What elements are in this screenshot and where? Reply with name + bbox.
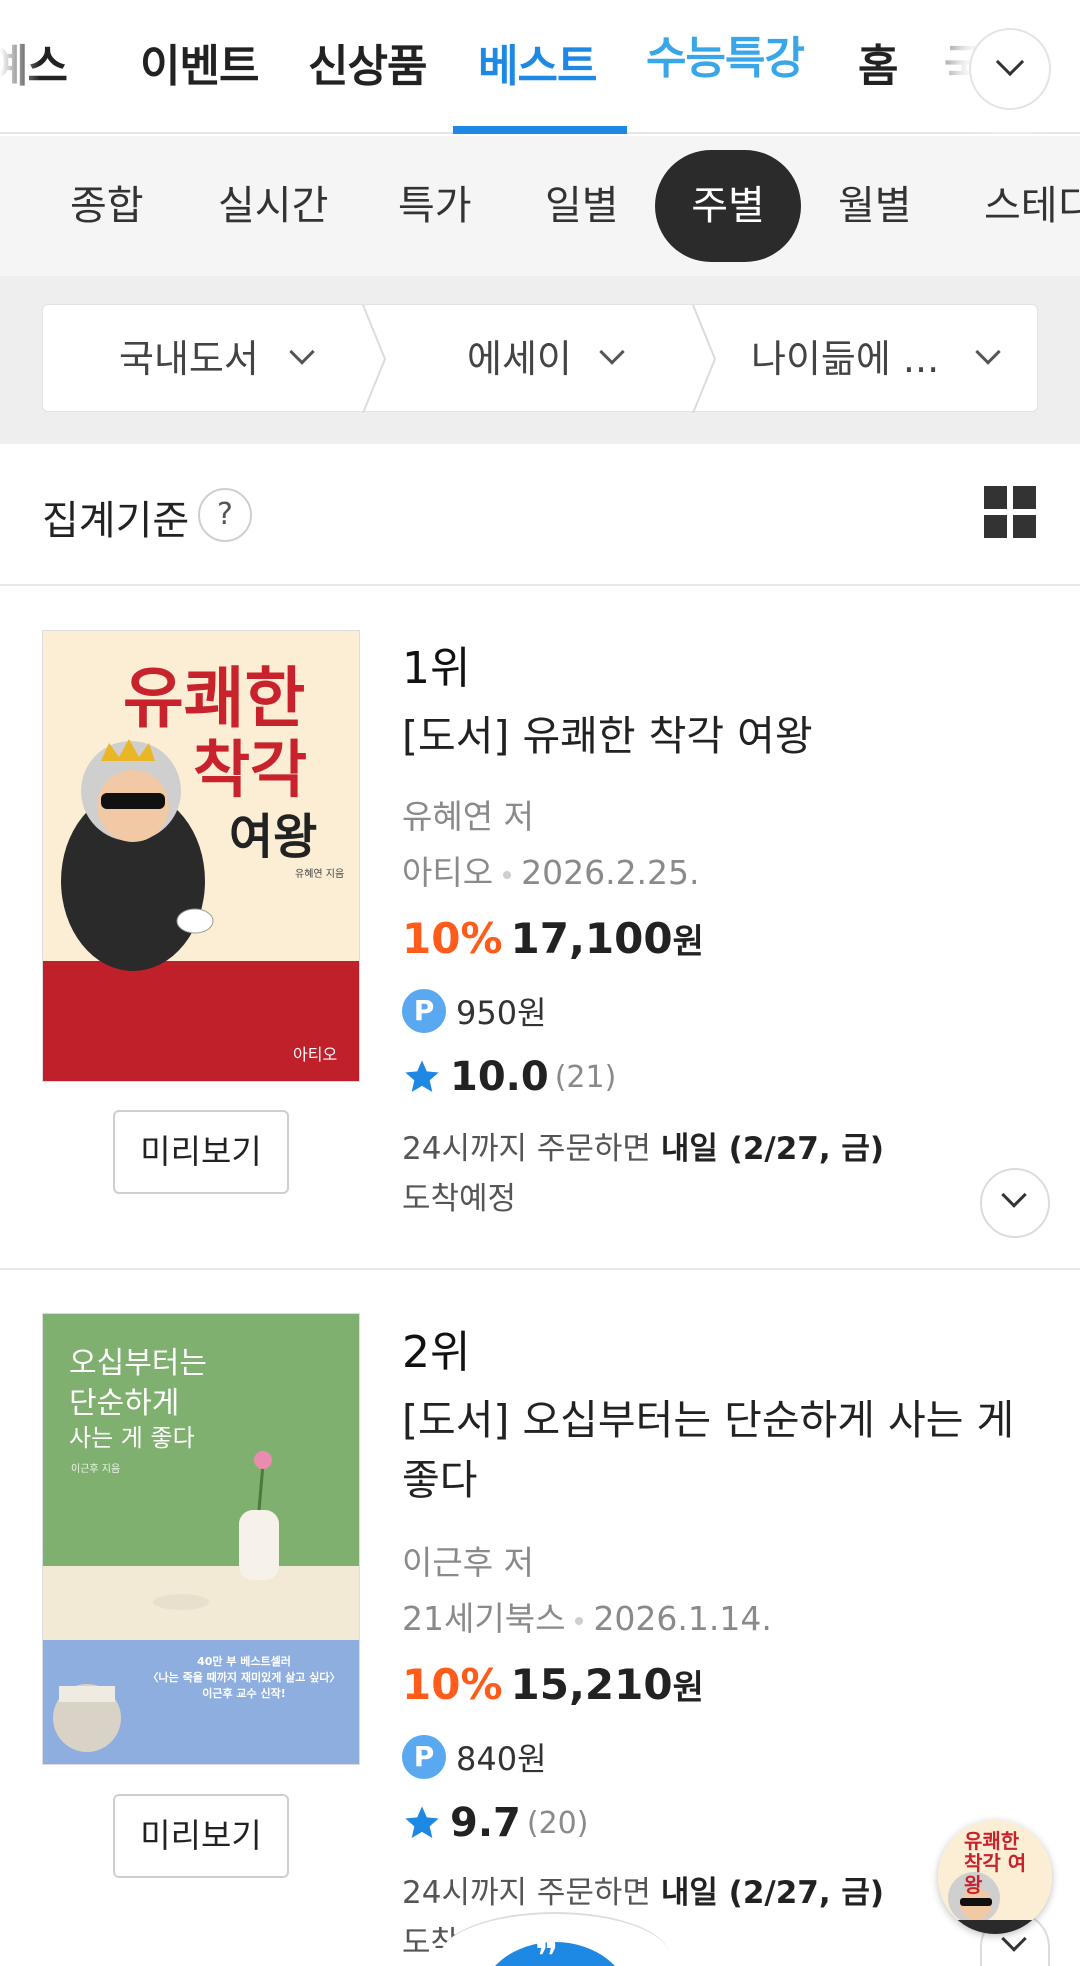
delivery-prefix: 24시까지 주문하면	[402, 1131, 651, 1167]
period-tabs: 종합 실시간 특가 일별 주별 월별 스테디	[0, 136, 1080, 276]
book-date: 2026.2.25.	[521, 853, 700, 892]
review-count[interactable]: (20)	[527, 1806, 589, 1841]
aggregation-label: 집계기준	[42, 498, 190, 544]
category-aging[interactable]: 나이듦에 ...	[751, 305, 939, 413]
star-icon	[405, 1806, 439, 1838]
chevron-down-icon	[975, 339, 1001, 365]
cover-banner-line: 이근후 교수 신작!	[202, 1687, 286, 1700]
cover-title: 오십부터는	[69, 1346, 207, 1381]
tab-new[interactable]: 신상품	[308, 30, 427, 94]
chevron-down-icon	[599, 339, 625, 365]
cover-title: 착각	[193, 733, 308, 806]
book-cover[interactable]: 유쾌한 착각 여왕 유혜연 지음 아티오	[42, 630, 360, 1082]
currency: 원	[672, 1668, 704, 1708]
sale-price: 15,210	[510, 1660, 673, 1709]
points-value: 840원	[456, 1740, 547, 1778]
delivery-date: 내일 (2/27, 금)	[660, 1875, 885, 1911]
tab-overall[interactable]: 종합	[70, 150, 144, 262]
category-label: 국내도서	[119, 337, 259, 381]
tab-special[interactable]: 특가	[398, 150, 472, 262]
tab-event[interactable]: 이벤트	[140, 30, 259, 94]
discount-rate: 10%	[402, 914, 503, 963]
grid-view-icon[interactable]	[984, 486, 1036, 538]
tab-home[interactable]: 홈	[858, 30, 898, 94]
points-value: 950원	[456, 994, 547, 1032]
recent-viewed-thumbnail[interactable]: 유쾌한 착각 여왕	[938, 1820, 1052, 1934]
help-icon[interactable]: ?	[198, 488, 252, 542]
category-bar: 국내도서 에세이 나이듦에 ...	[0, 276, 1080, 444]
category-breadcrumb: 국내도서 에세이 나이듦에 ...	[42, 304, 1038, 413]
tab-monthly[interactable]: 월별	[838, 150, 912, 262]
point-icon: P	[402, 989, 446, 1033]
item-divider	[0, 1268, 1080, 1270]
delivery-date: 내일 (2/27, 금)	[660, 1131, 885, 1167]
book-publisher[interactable]: 21세기북스	[402, 1599, 565, 1638]
chevron-down-icon	[1001, 1182, 1027, 1208]
cover-banner: 40만 부 베스트셀러 〈나는 죽을 때까지 재미있게 살고 싶다〉 이근후 교…	[139, 1654, 349, 1702]
star-icon	[405, 1060, 439, 1092]
expand-item-button[interactable]	[980, 1168, 1050, 1238]
category-domestic[interactable]: 국내도서	[119, 305, 259, 413]
currency: 원	[672, 922, 704, 962]
breadcrumb-separator	[362, 305, 387, 413]
separator-dot	[503, 870, 512, 879]
cover-author: 이근후 지음	[71, 1464, 121, 1475]
rating-score: 10.0	[450, 1054, 549, 1100]
cover-publisher-logo: 아티오	[293, 1045, 338, 1064]
cover-title: 단순하게	[69, 1386, 180, 1421]
chevron-down-icon	[995, 47, 1025, 77]
price-row: 10% 15,210원	[402, 1660, 704, 1709]
breadcrumb-separator	[692, 305, 717, 413]
preview-button[interactable]: 미리보기	[113, 1794, 289, 1878]
quote-icon: ❞	[535, 1934, 559, 1966]
expand-tabs-button[interactable]	[969, 28, 1051, 110]
delivery-info: 24시까지 주문하면 내일 (2/27, 금) 도착예정	[402, 1124, 884, 1224]
book-title[interactable]: [도서] 오십부터는 단순하게 사는 게 좋다	[402, 1390, 1032, 1510]
fade-overlay	[0, 0, 40, 132]
cover-banner-line: 〈나는 죽을 때까지 재미있게 살고 싶다〉	[147, 1671, 341, 1684]
cover-title: 사는 게 좋다	[69, 1424, 195, 1452]
category-label: 에세이	[467, 337, 572, 381]
review-count[interactable]: (21)	[555, 1060, 617, 1095]
category-label: 나이듦에 ...	[751, 337, 940, 381]
cover-banner-line: 40만 부 베스트셀러	[197, 1655, 291, 1668]
sale-price: 17,100	[510, 914, 673, 963]
aggregation-row: 집계기준	[0, 444, 1080, 586]
cover-title: 여왕	[229, 809, 318, 865]
chevron-down-icon	[289, 339, 315, 365]
rank: 2위	[402, 1327, 471, 1378]
book-author[interactable]: 이근후 저	[402, 1536, 534, 1584]
book-cover[interactable]: 오십부터는 단순하게 사는 게 좋다 이근후 지음 40만 부 베스트셀러 〈나…	[42, 1313, 360, 1765]
category-essay[interactable]: 에세이	[467, 305, 572, 413]
tab-realtime[interactable]: 실시간	[218, 150, 328, 262]
top-nav: 예스 이벤트 신상품 베스트 수능특강 홈 국	[0, 0, 1080, 134]
delivery-suffix: 도착예정	[402, 1181, 517, 1217]
cover-author: 유혜연 지음	[295, 869, 345, 880]
price-row: 10% 17,100원	[402, 914, 704, 963]
preview-button[interactable]: 미리보기	[113, 1110, 289, 1194]
tab-suneung[interactable]: 수능특강	[646, 22, 805, 86]
book-author[interactable]: 유혜연 저	[402, 790, 534, 838]
discount-rate: 10%	[402, 1660, 503, 1709]
rank: 1위	[402, 643, 471, 694]
tab-steady[interactable]: 스테디	[984, 150, 1080, 262]
tab-best[interactable]: 베스트	[478, 30, 597, 94]
points-row: P 950원	[402, 988, 547, 1034]
rating-row: 10.0 (21)	[402, 1054, 616, 1100]
book-title[interactable]: [도서] 유쾌한 착각 여왕	[402, 706, 1032, 766]
point-icon: P	[402, 1735, 446, 1779]
book-date: 2026.1.14.	[593, 1599, 772, 1638]
tab-daily[interactable]: 일별	[545, 150, 619, 262]
book-publisher-date: 아티오 2026.2.25.	[402, 846, 700, 894]
separator-dot	[575, 1616, 584, 1625]
thumbnail-title: 유쾌한 착각 여왕	[964, 1829, 1027, 1897]
delivery-prefix: 24시까지 주문하면	[402, 1875, 651, 1911]
book-publisher[interactable]: 아티오	[402, 853, 493, 892]
rating-row: 9.7 (20)	[402, 1800, 588, 1846]
tab-weekly[interactable]: 주별	[655, 150, 801, 262]
rating-score: 9.7	[450, 1800, 521, 1846]
active-tab-underline	[453, 126, 627, 134]
book-publisher-date: 21세기북스 2026.1.14.	[402, 1592, 772, 1640]
points-row: P 840원	[402, 1734, 547, 1780]
